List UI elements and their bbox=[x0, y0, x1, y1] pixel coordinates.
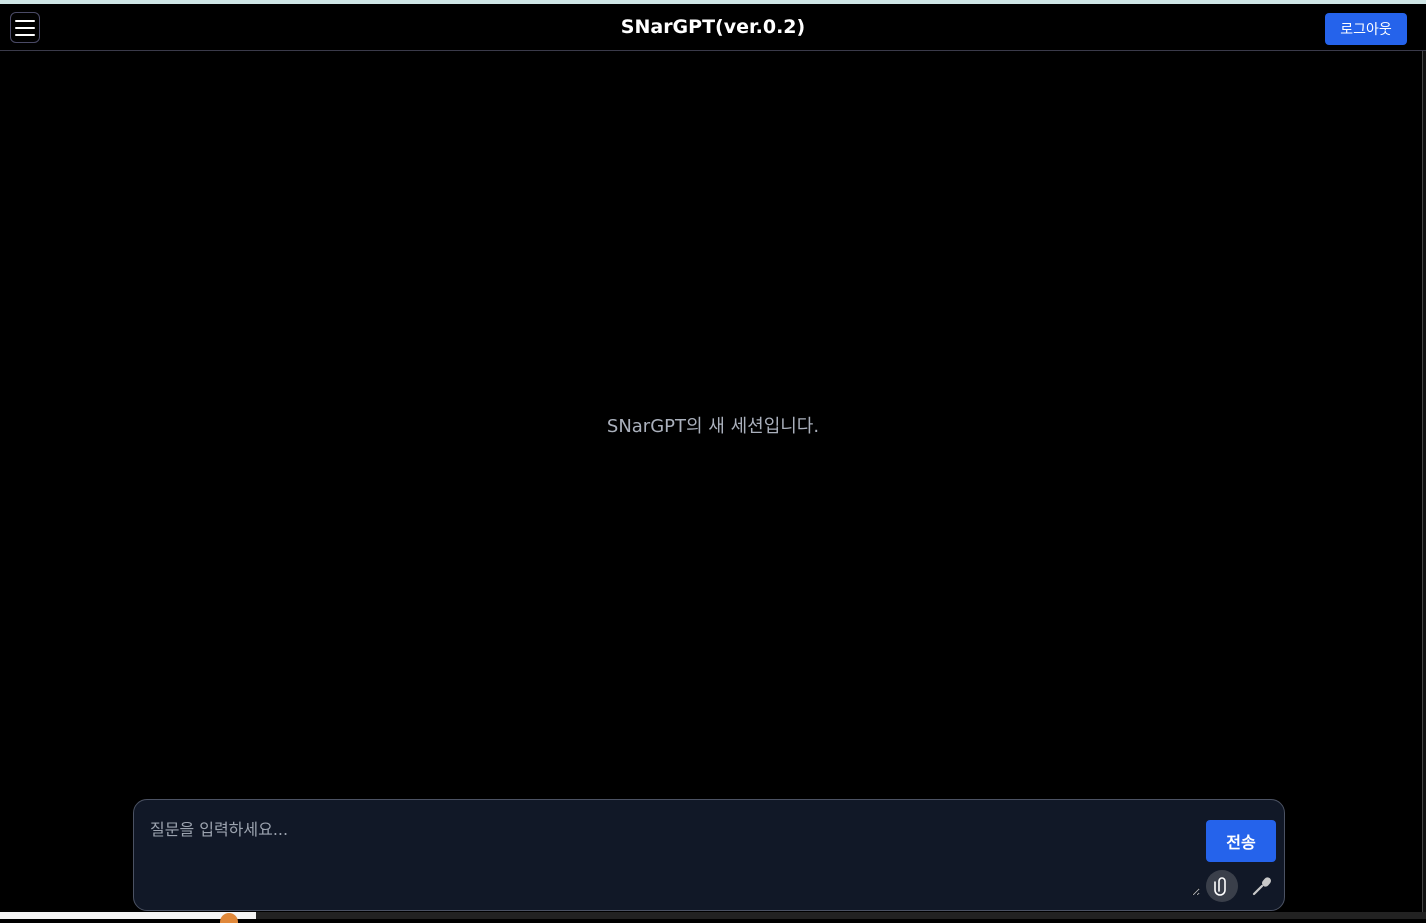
app-title: SNarGPT(ver.0.2) bbox=[620, 16, 806, 38]
microphone-icon bbox=[1252, 877, 1271, 896]
paperclip-icon bbox=[1214, 877, 1226, 896]
message-composer: 전송 bbox=[133, 799, 1285, 911]
attach-file-button[interactable] bbox=[1206, 870, 1238, 902]
taskbar-strip bbox=[0, 912, 1426, 923]
app-header: SNarGPT(ver.0.2) 로그아웃 bbox=[0, 4, 1426, 51]
microphone-button[interactable] bbox=[1248, 872, 1276, 900]
question-input[interactable] bbox=[142, 808, 1200, 896]
send-button[interactable]: 전송 bbox=[1206, 820, 1276, 862]
logout-button[interactable]: 로그아웃 bbox=[1325, 13, 1407, 45]
scrollbar[interactable] bbox=[1422, 51, 1426, 919]
new-session-message: SNarGPT의 새 세션입니다. bbox=[606, 416, 820, 437]
